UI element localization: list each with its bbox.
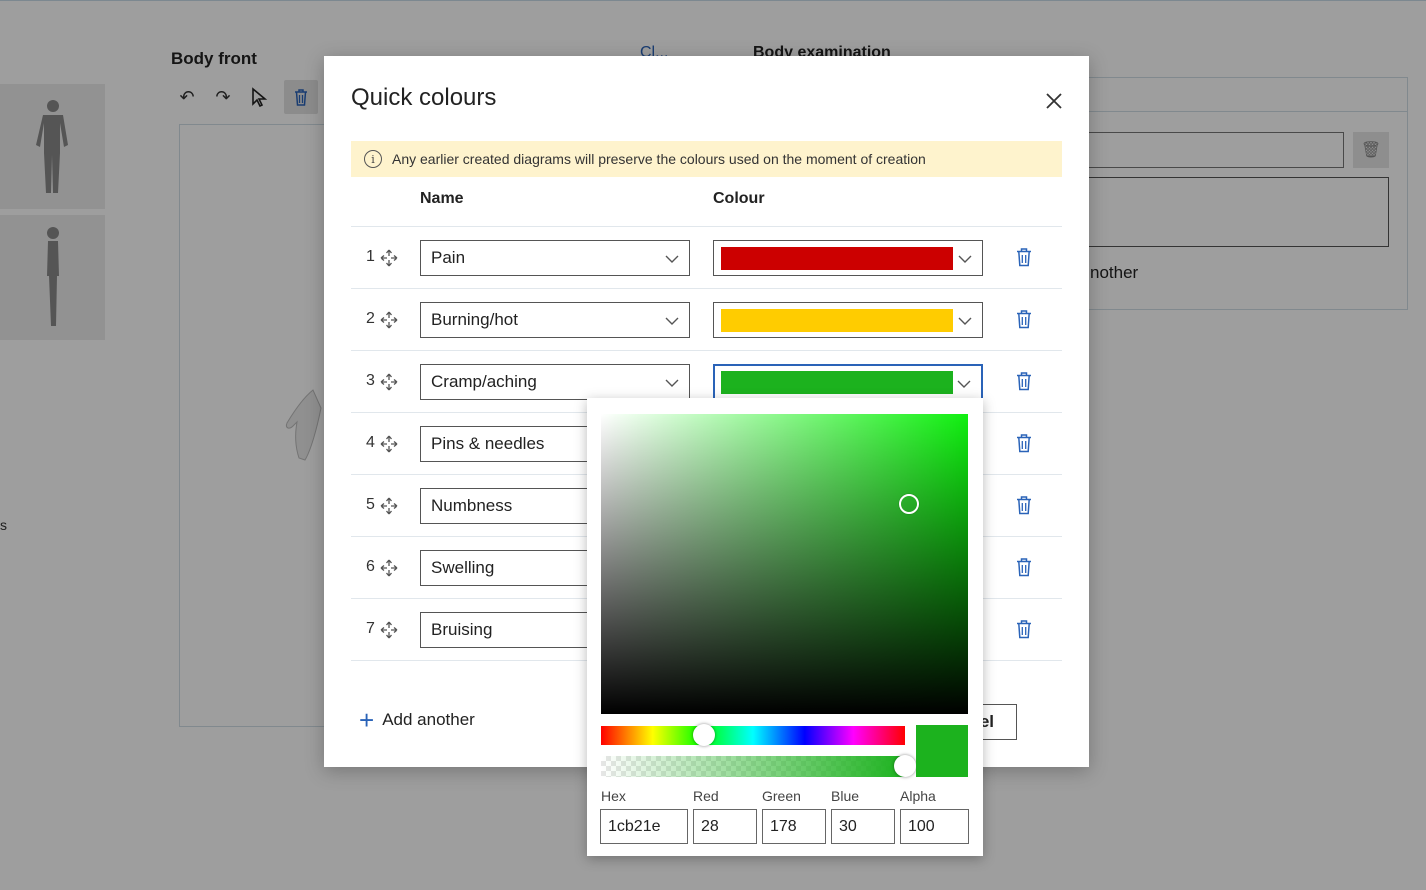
name-select[interactable]: Burning/hot	[420, 302, 690, 338]
notice-text: Any earlier created diagrams will preser…	[392, 151, 926, 167]
chevron-down-icon	[958, 255, 972, 263]
row-number: 1	[366, 248, 375, 265]
trash-icon[interactable]	[1015, 619, 1033, 639]
name-select-value: Pain	[431, 248, 466, 267]
blue-label: Blue	[831, 788, 860, 804]
trash-icon[interactable]	[1015, 247, 1033, 267]
trash-icon[interactable]	[1015, 371, 1033, 391]
drag-handle-icon[interactable]	[379, 558, 399, 578]
info-notice: i Any earlier created diagrams will pres…	[351, 141, 1062, 177]
colour-select[interactable]	[713, 240, 983, 276]
name-select-value: Burning/hot	[431, 310, 518, 329]
add-another-label: Add another	[382, 710, 475, 729]
row-number: 7	[366, 620, 375, 637]
colour-swatch	[721, 371, 953, 394]
name-select-value: Numbness	[431, 496, 513, 515]
colour-preview-swatch	[916, 725, 968, 777]
chevron-down-icon	[957, 380, 971, 388]
colour-picker-popover: Hex Red Green Blue Alpha 1cb21e 28 178 3…	[587, 398, 983, 856]
colour-swatch	[721, 247, 953, 270]
drag-handle-icon[interactable]	[379, 620, 399, 640]
alpha-gradient	[601, 756, 905, 777]
red-input[interactable]: 28	[693, 809, 757, 844]
hex-label: Hex	[601, 788, 626, 804]
colour-select[interactable]	[713, 302, 983, 338]
dialog-title: Quick colours	[351, 84, 497, 111]
trash-icon[interactable]	[1015, 557, 1033, 577]
chevron-down-icon	[665, 317, 679, 325]
trash-icon[interactable]	[1015, 495, 1033, 515]
name-select-value: Cramp/aching	[431, 372, 537, 391]
name-select[interactable]: Pain	[420, 240, 690, 276]
colour-select[interactable]	[713, 364, 983, 400]
row-number: 2	[366, 310, 375, 327]
row-number: 5	[366, 496, 375, 513]
name-select-value: Pins & needles	[431, 434, 545, 453]
green-label: Green	[762, 788, 801, 804]
quick-colour-row: 1 Pain	[351, 227, 1062, 289]
row-number: 3	[366, 372, 375, 389]
alpha-slider-thumb[interactable]	[894, 755, 916, 777]
colour-swatch	[721, 309, 953, 332]
red-label: Red	[693, 788, 719, 804]
quick-colour-row: 2 Burning/hot	[351, 289, 1062, 351]
drag-handle-icon[interactable]	[379, 434, 399, 454]
chevron-down-icon	[665, 379, 679, 387]
saturation-value-handle[interactable]	[899, 494, 920, 514]
chevron-down-icon	[665, 255, 679, 263]
name-select-value: Swelling	[431, 558, 495, 577]
chevron-down-icon	[958, 317, 972, 325]
drag-handle-icon[interactable]	[379, 496, 399, 516]
drag-handle-icon[interactable]	[379, 372, 399, 392]
green-input[interactable]: 178	[762, 809, 826, 844]
trash-icon[interactable]	[1015, 309, 1033, 329]
drag-handle-icon[interactable]	[379, 310, 399, 330]
saturation-value-area[interactable]	[601, 414, 968, 714]
hue-slider[interactable]	[601, 724, 905, 746]
alpha-label: Alpha	[900, 788, 936, 804]
colour-column-header: Colour	[713, 190, 765, 207]
hex-input[interactable]: 1cb21e	[600, 809, 688, 844]
alpha-input[interactable]: 100	[900, 809, 969, 844]
hue-slider-thumb[interactable]	[693, 724, 716, 746]
row-number: 6	[366, 558, 375, 575]
plus-icon: +	[359, 705, 375, 735]
alpha-slider[interactable]	[601, 755, 916, 777]
blue-input[interactable]: 30	[831, 809, 895, 844]
name-select[interactable]: Cramp/aching	[420, 364, 690, 400]
info-icon: i	[364, 150, 382, 168]
add-another-button[interactable]: + Add another	[359, 705, 475, 735]
trash-icon[interactable]	[1015, 433, 1033, 453]
row-number: 4	[366, 434, 375, 451]
close-icon[interactable]	[1042, 89, 1066, 113]
name-column-header: Name	[420, 190, 464, 207]
drag-handle-icon[interactable]	[379, 248, 399, 268]
name-select-value: Bruising	[431, 620, 493, 639]
